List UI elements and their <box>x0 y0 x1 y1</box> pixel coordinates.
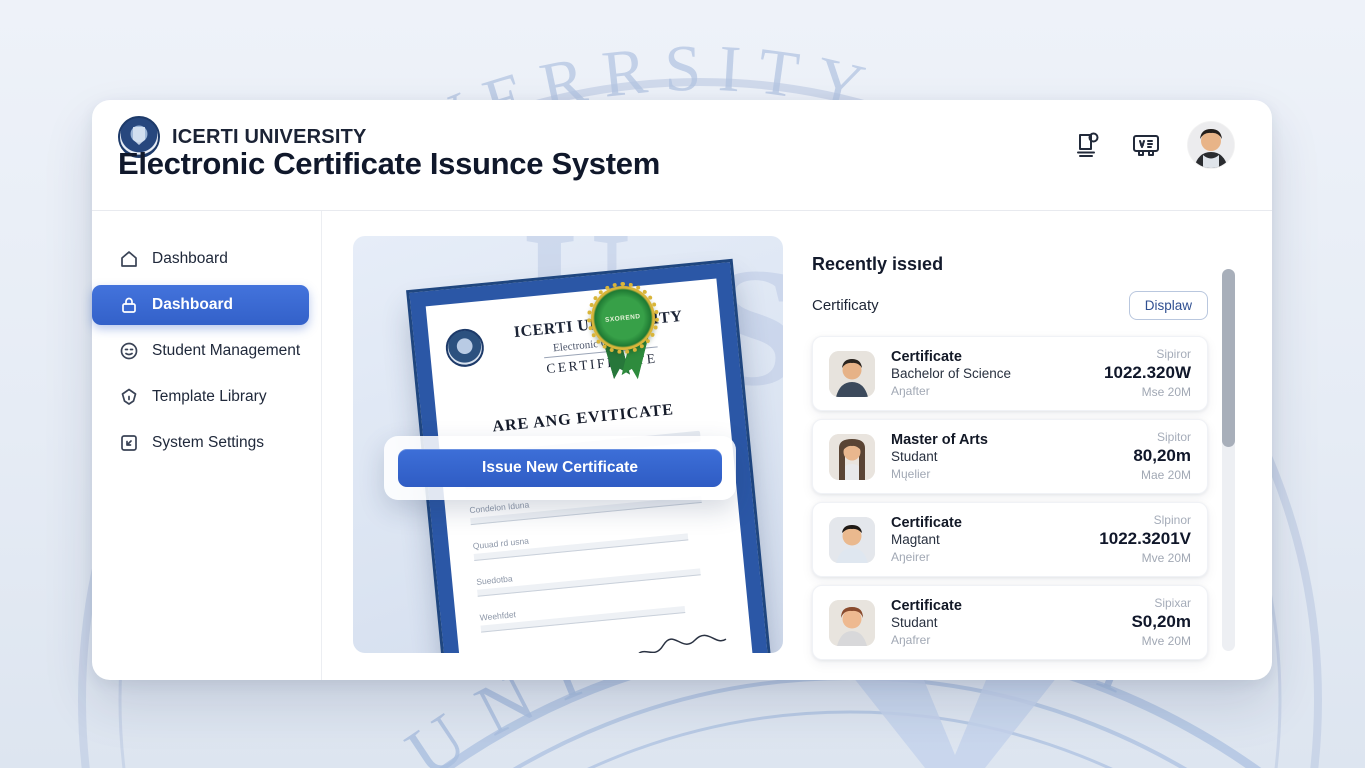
certificate-field: Suedotba <box>476 553 721 596</box>
header-actions <box>1072 122 1234 168</box>
item-subtitle: Studant <box>891 615 1115 632</box>
signature-left <box>481 647 565 653</box>
item-value: 80,20m <box>1133 445 1191 467</box>
sidebar-item-label: Student Management <box>152 342 300 360</box>
sidebar-item-system-settings[interactable]: System Settings <box>92 423 309 463</box>
lock-icon <box>118 295 139 316</box>
certificate-preview-panel: U S ICERTI UNIVERSITY Electronic Certifi… <box>353 236 783 653</box>
issue-button-bar: Issue New Certificate <box>384 436 736 500</box>
avatar <box>829 434 875 480</box>
certificate-list: Certificate Bachelor of Science Aŋafter … <box>812 336 1208 660</box>
recently-issued-title: Recently issıed <box>812 254 1208 275</box>
item-subtitle: Bachelor of Science <box>891 366 1088 383</box>
certificate-list-subtitle: Certificaty <box>812 297 879 314</box>
item-meta: Aŋeirer <box>891 549 1083 565</box>
item-value: 1022.320W <box>1104 362 1191 384</box>
item-subtitle: Magtant <box>891 532 1083 549</box>
item-time: Mve 20M <box>1099 551 1191 567</box>
item-subtitle: Studant <box>891 449 1117 466</box>
avatar <box>829 517 875 563</box>
ribbon-seal-icon: SXOREND <box>591 286 655 350</box>
student-face-icon <box>118 341 139 362</box>
item-tag: Sipiror <box>1104 347 1191 363</box>
sidebar-item-label: Dashboard <box>152 250 228 268</box>
item-meta: Aŋafter <box>891 383 1088 399</box>
item-title: Master of Arts <box>891 431 1117 449</box>
settings-box-icon <box>118 433 139 454</box>
item-tag: Sipixar <box>1131 596 1191 612</box>
template-shape-icon <box>118 387 139 408</box>
recently-issued-section: Recently issıed Certificaty Displaw Cert… <box>812 236 1208 660</box>
list-item[interactable]: Certificate Magtant Aŋeirer Slpinor 1022… <box>812 502 1208 577</box>
item-value: S0,20m <box>1131 611 1191 633</box>
item-value: 1022.3201V <box>1099 528 1191 550</box>
item-meta: Mųelier <box>891 466 1117 482</box>
certificate-logo-icon <box>444 327 485 368</box>
sidebar: Dashboard Dashboard Student Management T… <box>92 211 322 680</box>
list-scrollbar[interactable] <box>1222 269 1235 651</box>
sidebar-item-template-library[interactable]: Template Library <box>92 377 309 417</box>
item-tag: Slpinor <box>1099 513 1191 529</box>
main-content: U S ICERTI UNIVERSITY Electronic Certifi… <box>323 211 1272 680</box>
user-avatar[interactable] <box>1188 122 1234 168</box>
sidebar-item-label: Dashboard <box>152 296 233 314</box>
signature-right: Tonnuwan Lsanma <box>629 631 733 653</box>
sidebar-item-student-management[interactable]: Student Management <box>92 331 309 371</box>
item-title: Certificate <box>891 514 1083 532</box>
item-meta: Aŋafrer <box>891 632 1115 648</box>
list-item[interactable]: Certificate Bachelor of Science Aŋafter … <box>812 336 1208 411</box>
list-item[interactable]: Master of Arts Studant Mųelier Sipitor 8… <box>812 419 1208 494</box>
home-icon <box>118 249 139 270</box>
page-title: Electronic Certificate Issunce System <box>118 146 660 182</box>
item-tag: Sipitor <box>1133 430 1191 446</box>
sidebar-item-dashboard-active[interactable]: Dashboard <box>92 285 309 325</box>
list-item[interactable]: Certificate Studant Aŋafrer Sipixar S0,2… <box>812 585 1208 660</box>
scrollbar-thumb[interactable] <box>1222 269 1235 447</box>
avatar <box>829 351 875 397</box>
item-time: Mae 20M <box>1133 468 1191 484</box>
sidebar-item-label: Template Library <box>152 388 267 406</box>
display-button[interactable]: Displaw <box>1129 291 1208 320</box>
certificate-field: Weehfdet <box>479 589 724 632</box>
sidebar-item-dashboard[interactable]: Dashboard <box>92 239 309 279</box>
issue-new-certificate-button[interactable]: Issue New Certificate <box>398 449 722 487</box>
seal-text: SXOREND <box>605 313 641 324</box>
item-title: Certificate <box>891 597 1115 615</box>
certificate-field: Quuad rd usna <box>472 518 717 561</box>
item-time: Mve 20M <box>1131 634 1191 650</box>
id-card-icon[interactable] <box>1130 129 1162 161</box>
app-window: ICERTI UNIVERSITY Electronic Certificate… <box>92 100 1272 680</box>
item-time: Mse 20M <box>1104 385 1191 401</box>
sidebar-item-label: System Settings <box>152 434 264 452</box>
avatar <box>829 600 875 646</box>
header: ICERTI UNIVERSITY Electronic Certificate… <box>92 100 1272 210</box>
item-title: Certificate <box>891 348 1088 366</box>
notification-document-icon[interactable] <box>1072 129 1104 161</box>
